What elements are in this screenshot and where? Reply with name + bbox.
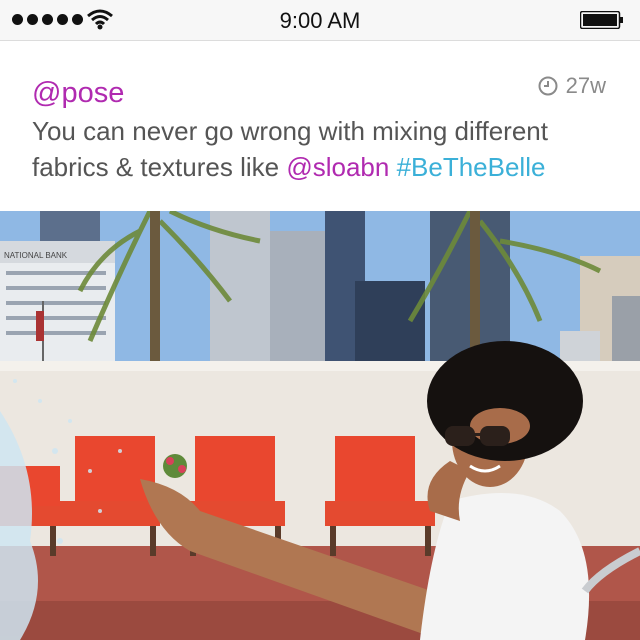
post-photo[interactable]: NATIONAL BANK bbox=[0, 211, 640, 640]
photo-image: NATIONAL BANK bbox=[0, 211, 640, 640]
status-time: 9:00 AM bbox=[279, 8, 361, 33]
mention-link[interactable]: @sloabn bbox=[286, 152, 389, 182]
battery-icon bbox=[580, 11, 623, 29]
timestamp-label: 27w bbox=[565, 73, 606, 98]
post-username[interactable]: @pose bbox=[32, 77, 124, 110]
post-caption: You can never go wrong with mixing diffe… bbox=[32, 113, 622, 185]
building-sign-text: NATIONAL BANK bbox=[4, 251, 68, 260]
hashtag-link[interactable]: #BeTheBelle bbox=[397, 152, 546, 182]
clock-icon bbox=[538, 76, 558, 96]
post-card: @pose 27w You can never go wrong with mi… bbox=[0, 41, 640, 211]
post-timestamp: 27w bbox=[538, 73, 606, 99]
status-bar: 9:00 AM bbox=[0, 0, 640, 41]
